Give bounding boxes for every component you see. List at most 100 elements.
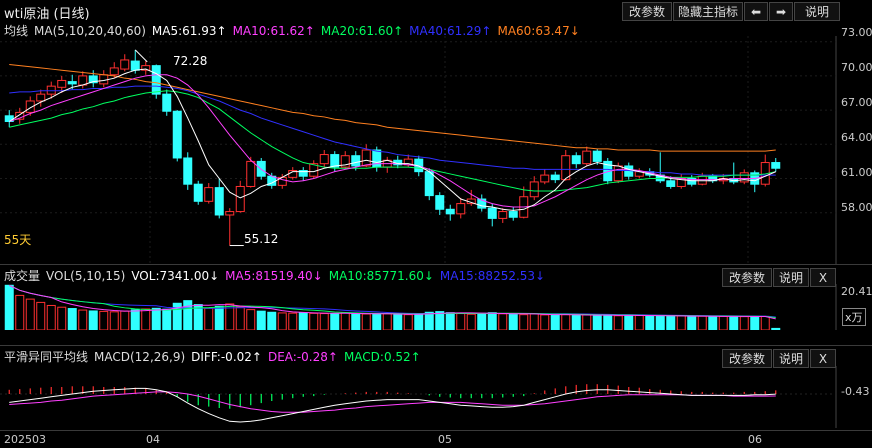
candle-body: [67, 81, 77, 85]
volume-bar: [414, 313, 424, 330]
candle-body: [456, 203, 466, 215]
period-label: 55天: [4, 233, 32, 247]
vol-unit-badge: x万: [842, 308, 866, 326]
volume-bar: [435, 311, 445, 330]
vol-ma10: MA10:85771.60↓: [328, 268, 434, 283]
volume-bar: [687, 315, 697, 330]
volume-bar: [771, 327, 781, 330]
volume-bar: [151, 307, 161, 330]
edit-params-button[interactable]: 改参数: [622, 2, 672, 21]
candle-body: [666, 180, 676, 187]
volume-bar: [267, 311, 277, 330]
volume-bar: [529, 313, 539, 330]
candle-body: [120, 59, 130, 70]
candle-body: [246, 160, 256, 187]
volume-bar: [330, 313, 340, 330]
macd-params: MACD(12,26,9): [94, 349, 186, 364]
ma10-line: [9, 74, 776, 208]
volume-bar: [729, 315, 739, 330]
volume-bar: [256, 310, 266, 330]
x-tick-3: 06: [748, 433, 762, 446]
hide-main-indicator-button[interactable]: 隐藏主指标: [673, 2, 743, 21]
volume-bar: [603, 314, 613, 330]
volume-bar: [246, 309, 256, 330]
high-price-label: 72.28: [173, 54, 208, 68]
volume-bar: [382, 313, 392, 330]
vol-value: VOL:7341.00↓: [131, 268, 220, 283]
volume-bar: [655, 315, 665, 330]
volume-bar: [498, 313, 508, 330]
volume-bar: [99, 310, 109, 330]
volume-bar: [634, 315, 644, 330]
candle-body: [529, 181, 539, 198]
vol-ma15: MA15:88252.53↓: [439, 268, 546, 283]
candle-body: [571, 155, 581, 165]
candle-body: [613, 165, 623, 182]
candle-body: [540, 174, 550, 183]
volume-bar: [624, 314, 634, 330]
volume-bar: [550, 314, 560, 330]
volume-bar: [88, 310, 98, 330]
macd-dea: DEA:-0.28↑: [267, 349, 338, 364]
ma5-line: [8, 68, 776, 211]
candle-body: [561, 155, 571, 181]
volume-bar: [204, 307, 214, 330]
y-tick-1: 70.00: [841, 61, 872, 74]
volume-bar: [592, 315, 602, 330]
candle-body: [204, 187, 214, 202]
candle-body: [319, 154, 329, 165]
dea-line: [9, 391, 776, 413]
top-bar: wti原油 (日线) 改参数 隐藏主指标 ⬅ ➡ 说明: [0, 0, 872, 22]
candle-body: [361, 149, 371, 167]
volume-bar: [477, 312, 487, 330]
vol-params: VOL(5,10,15): [46, 268, 126, 283]
candle-body: [550, 174, 560, 181]
candle-body: [172, 110, 182, 159]
volume-bar: [582, 314, 592, 330]
candle-body: [99, 74, 109, 85]
volume-bar: [676, 315, 686, 330]
low-price-label: 55.12: [244, 232, 279, 246]
volume-bar: [519, 314, 529, 330]
arrow-left-icon[interactable]: ⬅: [744, 2, 768, 21]
candle-body: [697, 175, 707, 185]
candle-body: [162, 93, 172, 112]
candle-body: [214, 187, 224, 216]
candle-body: [487, 207, 497, 219]
volume-bar: [235, 306, 245, 330]
candle-body: [372, 149, 382, 168]
volume-bar: [697, 315, 707, 330]
y-tick-2: 67.00: [841, 96, 872, 109]
volume-bar: [361, 313, 371, 330]
macd-chart: [0, 366, 837, 428]
volume-bar: [613, 315, 623, 330]
volume-bar: [393, 313, 403, 330]
volume-bar: [645, 315, 655, 330]
macd-title: 平滑异同平均线: [4, 350, 89, 364]
candle-body: [424, 171, 434, 197]
candle-body: [130, 60, 140, 71]
arrow-right-icon[interactable]: ➡: [769, 2, 793, 21]
vol-ma5: MA5:81519.40↓: [225, 268, 323, 283]
volume-bar: [445, 312, 455, 330]
macd-y-tick: -0.43: [841, 385, 870, 398]
volume-bar: [162, 308, 172, 330]
candle-body: [435, 195, 445, 210]
vol-y-tick: 20.41: [841, 285, 872, 298]
candle-body: [57, 79, 67, 88]
volume-bar: [109, 311, 119, 330]
candle-body: [445, 208, 455, 215]
candle-body: [225, 211, 235, 216]
candle-body: [36, 93, 46, 102]
volume-bar: [46, 304, 56, 330]
x-tick-2: 05: [438, 433, 452, 446]
candle-body: [582, 150, 592, 165]
help-button[interactable]: 说明: [794, 2, 840, 21]
volume-bar: [309, 312, 319, 330]
candle-body: [592, 150, 602, 162]
y-tick-4: 61.00: [841, 166, 872, 179]
candle-body: [508, 211, 518, 218]
candle-body: [109, 67, 119, 76]
volume-bar: [561, 314, 571, 330]
volume-bar: [351, 313, 361, 330]
